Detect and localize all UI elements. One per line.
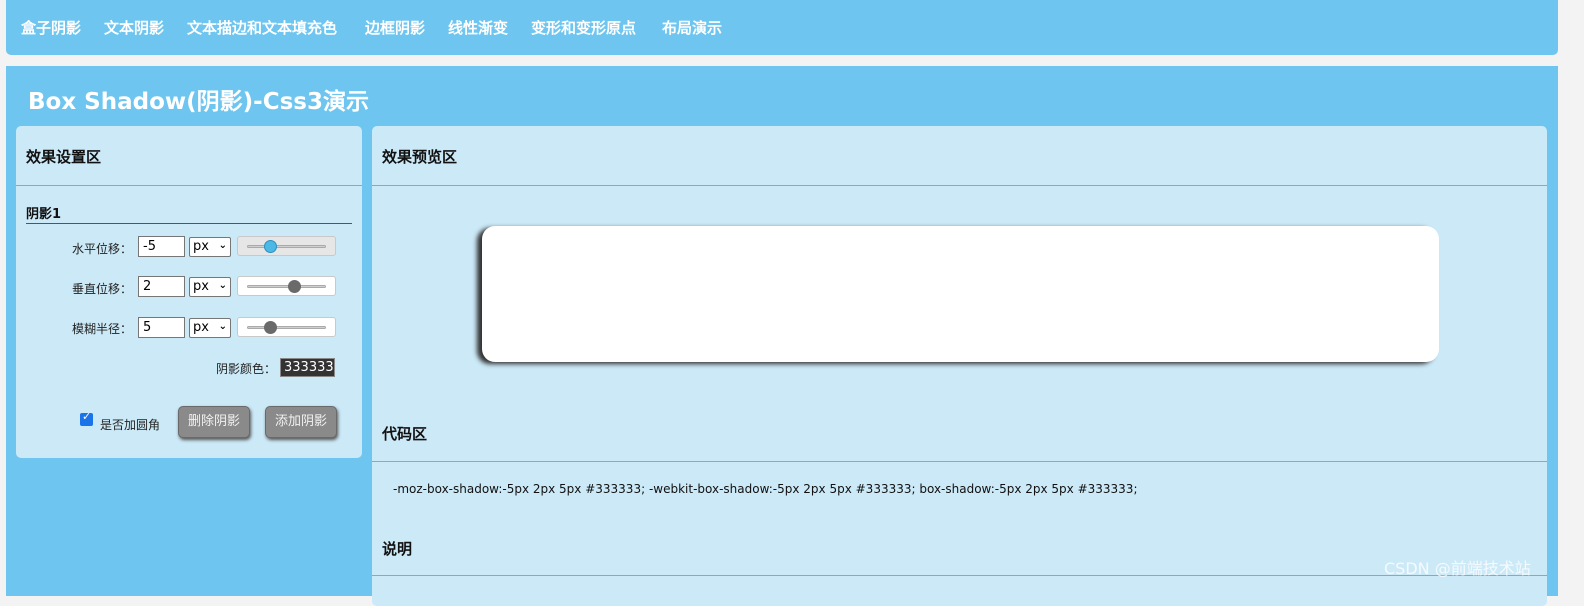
scrollbar[interactable] <box>1562 0 1584 590</box>
nav-item-border-shadow[interactable]: 边框阴影 <box>365 17 425 38</box>
blur-unit-value: px <box>193 320 209 335</box>
slider-track <box>247 245 326 248</box>
horizontal-offset-label: 水平位移： <box>71 242 132 256</box>
slider-thumb[interactable] <box>264 321 278 334</box>
horizontal-unit-select[interactable]: px ⌄ <box>189 237 231 257</box>
blur-radius-slider[interactable] <box>237 317 336 337</box>
nav-item-layout-demo[interactable]: 布局演示 <box>662 17 722 38</box>
vertical-offset-slider[interactable] <box>237 276 336 296</box>
code-section-title: 代码区 <box>382 425 428 443</box>
shadow-color-label: 阴影颜色： <box>215 362 276 376</box>
preview-card: 效果预览区 代码区 -moz-box-shadow:-5px 2px 5px #… <box>372 126 1547 606</box>
nav-item-text-stroke[interactable]: 文本描边和文本填充色 <box>187 17 337 38</box>
add-shadow-button[interactable]: 添加阴影 <box>265 406 337 438</box>
chevron-down-icon: ⌄ <box>218 321 227 332</box>
horizontal-unit-value: px <box>193 239 209 254</box>
settings-card: 效果设置区 阴影1 水平位移： -5 px ⌄ 垂直位移： 2 px ⌄ 模糊半… <box>16 126 362 458</box>
preview-title: 效果预览区 <box>382 148 458 166</box>
nav-item-linear-gradient[interactable]: 线性渐变 <box>448 17 508 38</box>
delete-shadow-button[interactable]: 删除阴影 <box>178 406 250 438</box>
code-divider <box>372 461 1547 462</box>
notes-divider <box>372 575 1547 576</box>
preview-divider <box>372 185 1547 186</box>
settings-divider <box>16 185 362 186</box>
chevron-down-icon: ⌄ <box>218 280 227 291</box>
blur-radius-input[interactable]: 5 <box>138 317 185 338</box>
nav-item-box-shadow[interactable]: 盒子阴影 <box>21 17 81 38</box>
vertical-offset-label: 垂直位移： <box>71 282 132 296</box>
css-code-output: -moz-box-shadow:-5px 2px 5px #333333; -w… <box>393 482 1138 496</box>
chevron-down-icon: ⌄ <box>218 240 227 251</box>
top-nav: 盒子阴影 文本阴影 文本描边和文本填充色 边框阴影 线性渐变 变形和变形原点 布… <box>6 0 1558 55</box>
nav-item-transform[interactable]: 变形和变形原点 <box>531 17 636 38</box>
blur-radius-label: 模糊半径： <box>71 322 132 336</box>
page-title: Box Shadow(阴影)-Css3演示 <box>28 89 369 115</box>
shadow-color-input[interactable]: 333333 <box>280 358 335 377</box>
main-panel: Box Shadow(阴影)-Css3演示 效果设置区 阴影1 水平位移： -5… <box>6 66 1558 606</box>
horizontal-offset-slider[interactable] <box>237 236 336 256</box>
vertical-unit-select[interactable]: px ⌄ <box>189 277 231 297</box>
rounded-corner-label: 是否加圆角 <box>100 418 161 432</box>
settings-title: 效果设置区 <box>26 148 102 166</box>
vertical-offset-input[interactable]: 2 <box>138 276 185 297</box>
check-icon: ✓ <box>82 410 92 423</box>
blur-unit-select[interactable]: px ⌄ <box>189 318 231 338</box>
nav-item-text-shadow[interactable]: 文本阴影 <box>104 17 164 38</box>
notes-section-title: 说明 <box>382 540 413 558</box>
group-underline <box>26 223 352 224</box>
slider-track <box>247 285 326 288</box>
rounded-corner-checkbox[interactable]: ✓ <box>80 410 93 426</box>
shadow-group-title: 阴影1 <box>26 207 62 222</box>
vertical-unit-value: px <box>193 279 209 294</box>
slider-thumb[interactable] <box>287 280 301 293</box>
slider-thumb[interactable] <box>264 240 278 253</box>
slider-track <box>247 326 326 329</box>
shadow-preview-box <box>482 226 1439 362</box>
horizontal-offset-input[interactable]: -5 <box>138 236 185 257</box>
watermark-text: CSDN @前端技术站 <box>1384 559 1531 578</box>
